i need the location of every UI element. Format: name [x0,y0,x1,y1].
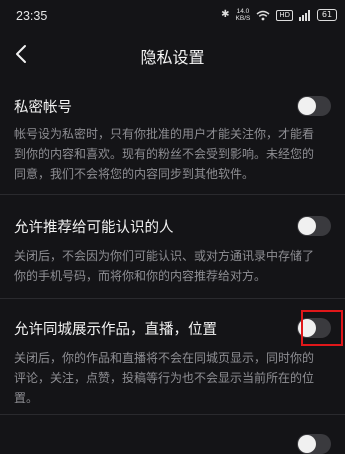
status-time: 23:35 [16,9,48,23]
setting-description: 关闭后，不会因为你们可能认识、或对方通讯录中存储了 你的手机号码，而将你和你的内… [14,246,332,286]
status-icons: ✱ 14.0 KB/S HD 61 [221,8,337,22]
setting-description: 关闭后，你的作品和直播将不会在同城页显示，同时你的 评论，关注，点赞，投稿等行为… [14,348,332,408]
setting-title: 允许同城展示作品，直播，位置 [14,322,217,338]
nav-bar: 隐私设置 [0,32,345,76]
status-bar: 23:35 ✱ 14.0 KB/S HD 61 [0,0,345,32]
divider [0,298,345,299]
setting-description: 帐号设为私密时，只有你批准的用户才能关注你，才能看 到你的内容和喜欢。现有的粉丝… [14,124,332,184]
divider [0,414,345,415]
wifi-icon [256,10,270,20]
battery-icon: 61 [317,9,337,21]
network-speed: 14.0 KB/S [236,8,251,22]
next-toggle[interactable] [297,434,331,454]
toggle-knob [298,217,316,235]
toggle-knob [298,435,316,453]
bluetooth-icon: ✱ [221,9,230,20]
toggle-knob [298,97,316,115]
highlight-box [301,310,343,346]
network-speed-unit: KB/S [235,15,251,22]
private-account-toggle[interactable] [297,96,331,116]
description-line: 关闭后，你的作品和直播将不会在同城页显示，同时你的 [14,351,315,365]
page-title: 隐私设置 [140,48,205,67]
description-line: 帐号设为私密时，只有你批准的用户才能关注你，才能看 [14,127,315,141]
description-line: 同意，我们不会将您的内容同步到其他软件。 [14,167,255,181]
recommend-toggle[interactable] [297,216,331,236]
setting-private-account: 私密帐号 帐号设为私密时，只有你批准的用户才能关注你，才能看 到你的内容和喜欢。… [0,90,345,190]
description-line: 评论，关注，点赞，投稿等行为也不会显示当前所在的位置。 [14,371,315,405]
divider [0,194,345,195]
setting-next-partial [0,428,345,454]
setting-local-display: 允许同城展示作品，直播，位置 关闭后，你的作品和直播将不会在同城页显示，同时你的… [0,310,345,405]
setting-title: 私密帐号 [14,100,72,116]
description-line: 到你的内容和喜欢。现有的粉丝不会受到影响。未经您的 [14,147,315,161]
setting-recommend-to-contacts: 允许推荐给可能认识的人 关闭后，不会因为你们可能认识、或对方通讯录中存储了 你的… [0,208,345,288]
signal-icon [299,9,310,21]
hd-badge: HD [276,9,293,21]
setting-title: 允许推荐给可能认识的人 [14,220,174,236]
description-line: 你的手机号码，而将你和你的内容推荐给对方。 [14,269,267,283]
description-line: 关闭后，不会因为你们可能认识、或对方通讯录中存储了 [14,249,315,263]
network-speed-value: 14.0 [236,8,250,15]
